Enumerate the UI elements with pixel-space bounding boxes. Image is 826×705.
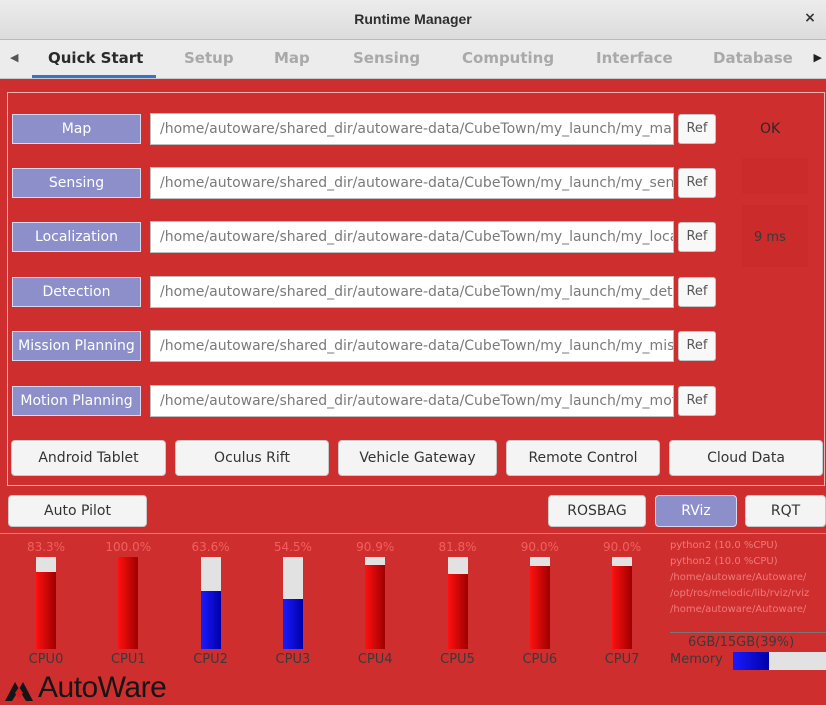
sensing-button[interactable]: Sensing <box>12 168 141 198</box>
cpu-label: CPU1 <box>110 652 146 667</box>
rqt-button[interactable]: RQT <box>745 495 826 527</box>
detection-launch-path-input[interactable]: /home/autoware/shared_dir/autoware-data/… <box>150 276 674 308</box>
window-title: Runtime Manager <box>354 11 472 27</box>
memory-bar-fill <box>733 652 770 670</box>
localization-status-label: 9 ms <box>754 230 786 245</box>
memory-usage-text: 6GB/15GB(39%) <box>688 635 795 650</box>
memory-bar <box>733 652 826 670</box>
remote-control-button[interactable]: Remote Control <box>506 440 660 476</box>
tab-sensing[interactable]: Sensing <box>353 49 420 67</box>
cpu-usage-bar <box>282 557 303 649</box>
runtime-manager-window: Runtime Manager × ◀ Quick Start Setup Ma… <box>0 0 826 705</box>
mission-planning-launch-path-input[interactable]: /home/autoware/shared_dir/autoware-data/… <box>150 330 674 362</box>
tab-scroll-right-icon[interactable]: ▶ <box>814 51 822 64</box>
android-tablet-button[interactable]: Android Tablet <box>11 440 166 476</box>
cpu-label: CPU0 <box>28 652 64 667</box>
cpu-usage-bar-fill <box>365 565 386 649</box>
tab-map[interactable]: Map <box>274 49 310 67</box>
tab-bar: ◀ Quick Start Setup Map Sensing Computin… <box>0 40 826 79</box>
cpu-percent-label: 81.8% <box>438 540 477 554</box>
close-icon[interactable]: × <box>802 10 818 28</box>
rviz-button[interactable]: RViz <box>655 495 737 527</box>
cpu-percent-label: 63.6% <box>191 540 230 554</box>
cpu-percent-label: 90.9% <box>356 540 395 554</box>
process-list-item: python2 (10.0 %CPU) <box>670 540 778 551</box>
oculus-rift-button[interactable]: Oculus Rift <box>175 440 329 476</box>
tab-database[interactable]: Database <box>713 49 793 67</box>
tab-scroll-left-icon[interactable]: ◀ <box>10 51 18 64</box>
map-status-label: OK <box>760 121 781 137</box>
cpu-usage-bar <box>612 557 633 649</box>
cpu-percent-label: 100.0% <box>105 540 152 554</box>
process-list-item: /opt/ros/melodic/lib/rviz/rviz <box>670 588 810 599</box>
active-tab-indicator <box>32 75 156 78</box>
cpu-usage-bar <box>200 557 221 649</box>
detection-ref-button[interactable]: Ref <box>678 277 716 307</box>
mission-planning-button[interactable]: Mission Planning <box>12 331 141 361</box>
map-ref-button[interactable]: Ref <box>678 114 716 144</box>
motion-planning-launch-path-input[interactable]: /home/autoware/shared_dir/autoware-data/… <box>150 385 674 417</box>
cpu-label: CPU5 <box>440 652 475 667</box>
process-list-item: /home/autoware/Autoware/ <box>670 604 807 615</box>
memory-label: Memory <box>670 652 723 667</box>
mission-planning-ref-button[interactable]: Ref <box>678 331 716 361</box>
cpu-usage-bar-fill <box>612 566 633 649</box>
cpu-label: CPU6 <box>522 652 558 667</box>
cpu-usage-bar <box>529 557 550 649</box>
autoware-logo-icon <box>5 682 33 701</box>
logo-text: AutoWare <box>38 671 167 704</box>
memory-divider <box>670 632 826 633</box>
cpu-usage-bar <box>118 557 139 649</box>
localization-button[interactable]: Localization <box>12 222 141 252</box>
tab-quick-start[interactable]: Quick Start <box>48 49 143 67</box>
cpu-percent-label: 90.0% <box>603 540 642 554</box>
process-list-item: python2 (10.0 %CPU) <box>670 556 778 567</box>
auto-pilot-button[interactable]: Auto Pilot <box>8 495 147 527</box>
sensing-ref-button[interactable]: Ref <box>678 168 716 198</box>
cpu-percent-label: 90.0% <box>520 540 559 554</box>
cpu-usage-bar <box>447 557 468 649</box>
rosbag-button[interactable]: ROSBAG <box>548 495 646 527</box>
sensing-launch-path-input[interactable]: /home/autoware/shared_dir/autoware-data/… <box>150 167 674 199</box>
cloud-data-button[interactable]: Cloud Data <box>669 440 823 476</box>
tab-setup[interactable]: Setup <box>184 49 234 67</box>
cpu-usage-bar-fill <box>529 566 550 649</box>
sensing-status-area <box>742 158 808 194</box>
map-launch-path-input[interactable]: /home/autoware/shared_dir/autoware-data/… <box>150 113 674 145</box>
cpu-usage-bar-fill <box>36 572 56 649</box>
cpu-usage-bar <box>36 557 56 649</box>
tab-computing[interactable]: Computing <box>462 49 554 67</box>
cpu-percent-label: 83.3% <box>26 540 66 554</box>
tab-interface[interactable]: Interface <box>596 49 673 67</box>
divider <box>0 533 826 534</box>
cpu-usage-bar <box>365 557 386 649</box>
cpu-label: CPU7 <box>604 652 640 667</box>
map-button[interactable]: Map <box>12 114 141 144</box>
process-list-item: /home/autoware/Autoware/ <box>670 572 807 583</box>
cpu-usage-bar-fill <box>447 573 468 649</box>
localization-ref-button[interactable]: Ref <box>678 222 716 252</box>
process-list: python2 (10.0 %CPU) python2 (10.0 %CPU) … <box>670 538 826 618</box>
motion-planning-ref-button[interactable]: Ref <box>678 386 716 416</box>
localization-launch-path-input[interactable]: /home/autoware/shared_dir/autoware-data/… <box>150 221 674 253</box>
cpu-percent-label: 54.5% <box>273 540 312 554</box>
cpu-label: CPU2 <box>193 652 228 667</box>
cpu-label: CPU4 <box>357 652 393 667</box>
detection-button[interactable]: Detection <box>12 277 141 307</box>
cpu-label: CPU3 <box>275 652 311 667</box>
title-bar: Runtime Manager × <box>0 0 826 40</box>
cpu-usage-bar-fill <box>282 598 303 649</box>
cpu-usage-bar-fill <box>118 557 139 649</box>
cpu-usage-bar-fill <box>200 590 221 649</box>
vehicle-gateway-button[interactable]: Vehicle Gateway <box>338 440 497 476</box>
motion-planning-button[interactable]: Motion Planning <box>12 386 141 416</box>
